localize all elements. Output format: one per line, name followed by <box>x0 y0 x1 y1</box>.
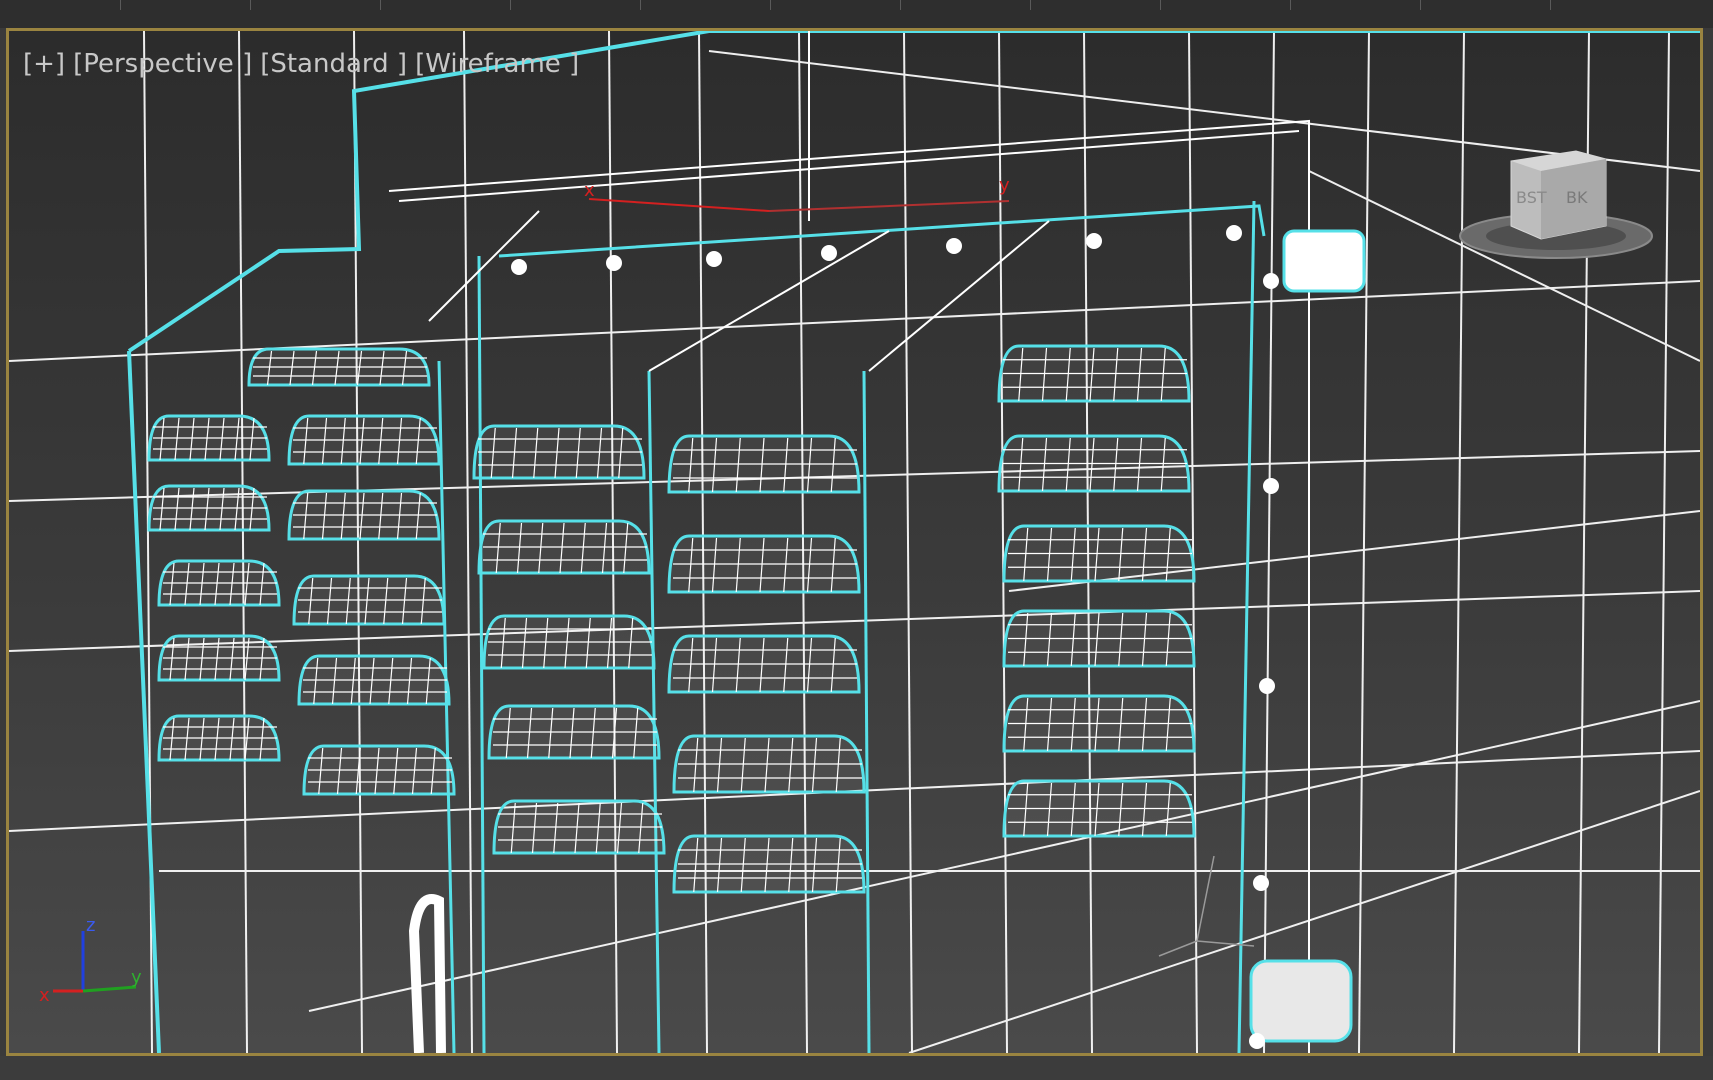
bolt-dot <box>821 245 837 261</box>
louver-slat <box>147 414 271 462</box>
louver-slat <box>1002 524 1196 583</box>
louver-slat <box>482 614 656 670</box>
louver-slat <box>157 559 281 607</box>
world-axis-tripod: z x y <box>39 915 142 1006</box>
viewport-bottom-strip <box>0 1056 1713 1080</box>
viewport-shading-standard-label[interactable]: [Standard ] <box>260 49 407 79</box>
wireframe-scene[interactable]: x y <box>9 31 1700 1053</box>
perspective-viewport[interactable]: [+] [Perspective ] [Standard ] [Wirefram… <box>6 28 1703 1056</box>
louver-slat <box>302 744 456 796</box>
bolt-dot <box>1253 875 1269 891</box>
louver-slat <box>492 799 666 855</box>
gizmo-y-label: y <box>999 175 1010 196</box>
viewport-shading-wireframe-label[interactable]: [Wireframe ] <box>415 49 579 79</box>
louver-slat <box>287 489 441 541</box>
construction-grid <box>9 31 1700 1053</box>
viewport-point-of-view-label[interactable]: [Perspective ] <box>73 49 252 79</box>
bolt-dot <box>606 255 622 271</box>
cabinet-panel-edge <box>647 370 661 1053</box>
louver-slat <box>1002 694 1196 753</box>
cabinet-handle <box>408 894 446 1053</box>
grid-line <box>1263 31 1275 1053</box>
viewport-menu-plus[interactable]: [+] <box>23 49 65 79</box>
louver-slat <box>667 534 861 594</box>
louver-slat <box>672 734 866 794</box>
louver-slat <box>157 714 281 762</box>
louver-slat <box>147 484 271 532</box>
cabinet-top-rail <box>498 204 1266 258</box>
strip-divider <box>1420 0 1421 10</box>
louver-slat <box>477 519 651 575</box>
louver-slat <box>297 654 451 706</box>
louver-slat <box>287 414 441 466</box>
bolt-dot <box>1086 233 1102 249</box>
grid-line <box>903 31 913 1053</box>
louver-slat <box>1002 779 1196 838</box>
strip-divider <box>1160 0 1161 10</box>
bolt-dot <box>1259 678 1275 694</box>
axis-y-line <box>82 985 137 993</box>
strip-divider <box>900 0 901 10</box>
bolt-dot <box>1249 1033 1265 1049</box>
louver-slat <box>247 347 431 387</box>
louver-slats <box>147 344 1196 894</box>
cabinet-hinge-bottom <box>1249 959 1353 1043</box>
louver-slat <box>672 834 866 894</box>
strip-divider <box>1030 0 1031 10</box>
louver-slat <box>157 634 281 682</box>
viewcube-widget[interactable]: BST ΒΚ <box>1456 131 1656 271</box>
strip-divider <box>120 0 121 10</box>
strip-divider <box>770 0 771 10</box>
viewcube-face-left[interactable]: BST <box>1516 188 1547 207</box>
axis-z-label: z <box>86 915 95 936</box>
bolt-dot <box>1263 273 1279 289</box>
grid-line <box>1188 31 1198 1053</box>
strip-divider <box>640 0 641 10</box>
strip-divider <box>380 0 381 10</box>
bolt-dot <box>1263 478 1279 494</box>
cabinet-right-edge <box>1237 200 1256 1053</box>
cabinet-panel-edge <box>862 370 871 1053</box>
gizmo-x-label: x <box>584 180 595 201</box>
louver-slat <box>1002 609 1196 668</box>
transform-gizmo[interactable]: x y <box>584 175 1010 212</box>
grid-line <box>1358 31 1370 1053</box>
viewcube-face-right[interactable]: ΒΚ <box>1566 188 1588 207</box>
cabinet-frame-line <box>648 230 890 372</box>
bolt-dot <box>511 259 527 275</box>
louver-slat <box>667 634 861 694</box>
grid-line <box>1658 31 1670 1053</box>
strip-divider <box>250 0 251 10</box>
bolt-dot <box>946 238 962 254</box>
cabinet-back-frame <box>398 130 1300 202</box>
axis-x-label: x <box>39 985 50 1006</box>
grid-line <box>238 31 248 1053</box>
strip-divider <box>1290 0 1291 10</box>
strip-divider <box>1550 0 1551 10</box>
cabinet-hinge-top <box>1282 229 1366 293</box>
viewport-top-strip <box>0 0 1713 28</box>
bolt-dot <box>706 251 722 267</box>
louver-slat <box>667 434 861 494</box>
louver-slat <box>472 424 646 480</box>
axis-y-label: y <box>131 967 142 988</box>
louver-slat <box>487 704 661 760</box>
viewport-labels: [+] [Perspective ] [Standard ] [Wirefram… <box>23 49 579 79</box>
louver-slat <box>292 574 446 626</box>
strip-divider <box>510 0 511 10</box>
louver-slat <box>997 344 1191 403</box>
louver-slat <box>997 434 1191 493</box>
bolt-dot <box>1226 225 1242 241</box>
